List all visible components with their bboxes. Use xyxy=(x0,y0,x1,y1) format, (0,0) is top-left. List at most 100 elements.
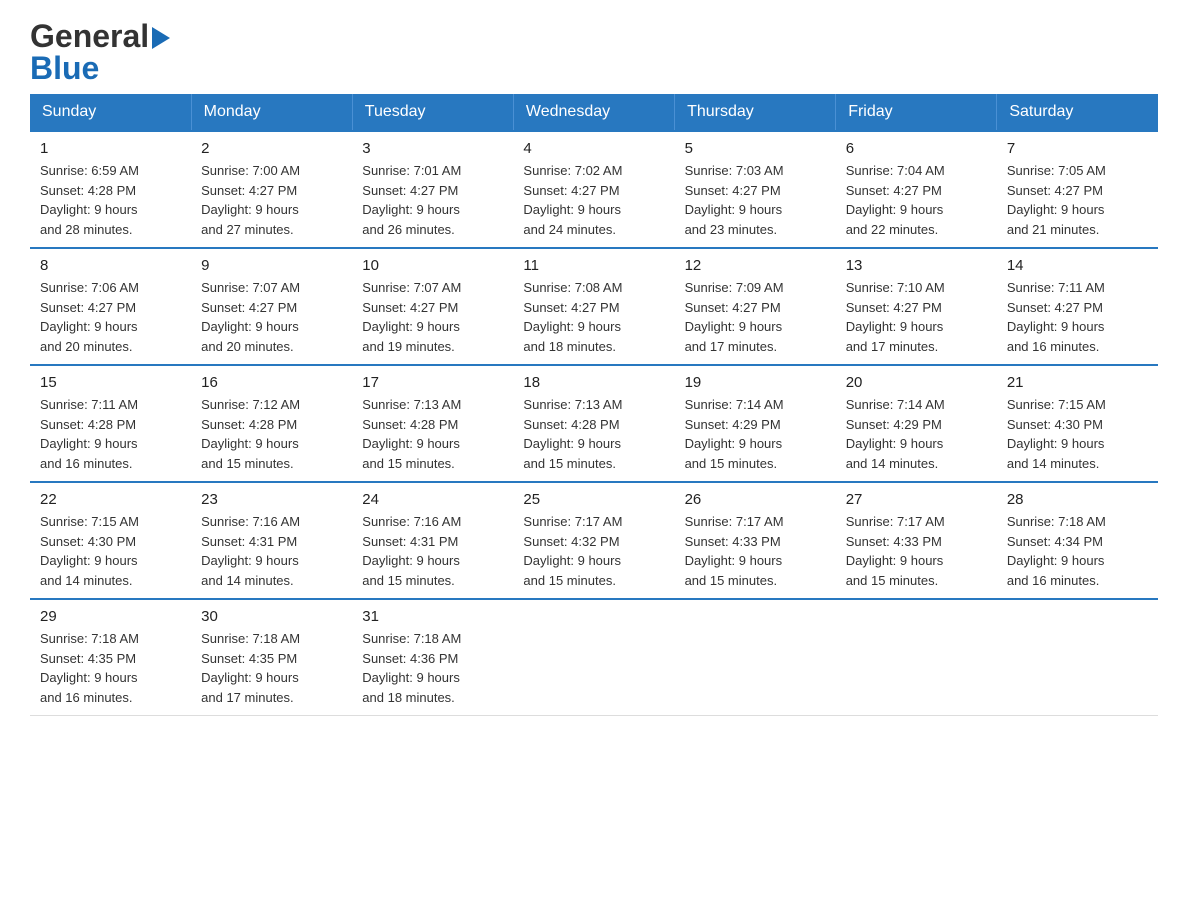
day-info: Sunrise: 7:18 AMSunset: 4:35 PMDaylight:… xyxy=(40,629,181,707)
day-info: Sunrise: 7:02 AMSunset: 4:27 PMDaylight:… xyxy=(523,161,664,239)
day-info: Sunrise: 7:16 AMSunset: 4:31 PMDaylight:… xyxy=(201,512,342,590)
day-header-tuesday: Tuesday xyxy=(352,94,513,131)
calendar-cell: 19Sunrise: 7:14 AMSunset: 4:29 PMDayligh… xyxy=(675,365,836,482)
logo-arrow-icon xyxy=(152,27,170,49)
calendar-cell: 6 Sunrise: 7:04 AMSunset: 4:27 PMDaylight… xyxy=(836,131,997,248)
day-number: 11 xyxy=(523,257,664,274)
day-number: 6 xyxy=(846,140,987,157)
day-info: Sunrise: 7:14 AMSunset: 4:29 PMDaylight:… xyxy=(846,395,987,473)
day-info: Sunrise: 7:01 AMSunset: 4:27 PMDaylight:… xyxy=(362,161,503,239)
day-info: Sunrise: 7:09 AMSunset: 4:27 PMDaylight:… xyxy=(685,278,826,356)
calendar-cell: 26 Sunrise: 7:17 AMSunset: 4:33 PMDayligh… xyxy=(675,482,836,599)
day-number: 17 xyxy=(362,374,503,391)
day-info: Sunrise: 7:18 AMSunset: 4:36 PMDaylight:… xyxy=(362,629,503,707)
calendar-cell: 1 Sunrise: 6:59 AMSunset: 4:28 PMDaylight… xyxy=(30,131,191,248)
calendar-cell xyxy=(997,599,1158,716)
day-number: 7 xyxy=(1007,140,1148,157)
day-info: Sunrise: 7:14 AMSunset: 4:29 PMDaylight:… xyxy=(685,395,826,473)
calendar-cell xyxy=(836,599,997,716)
day-number: 16 xyxy=(201,374,342,391)
day-header-sunday: Sunday xyxy=(30,94,191,131)
calendar-cell xyxy=(513,599,674,716)
calendar-week-3: 15 Sunrise: 7:11 AMSunset: 4:28 PMDayligh… xyxy=(30,365,1158,482)
day-number: 30 xyxy=(201,608,342,625)
day-number: 10 xyxy=(362,257,503,274)
calendar-cell: 28Sunrise: 7:18 AMSunset: 4:34 PMDayligh… xyxy=(997,482,1158,599)
calendar-cell: 3 Sunrise: 7:01 AMSunset: 4:27 PMDaylight… xyxy=(352,131,513,248)
calendar-cell: 10Sunrise: 7:07 AMSunset: 4:27 PMDayligh… xyxy=(352,248,513,365)
day-info: Sunrise: 7:13 AMSunset: 4:28 PMDaylight:… xyxy=(362,395,503,473)
day-number: 24 xyxy=(362,491,503,508)
calendar-cell: 9Sunrise: 7:07 AMSunset: 4:27 PMDaylight… xyxy=(191,248,352,365)
day-number: 13 xyxy=(846,257,987,274)
day-info: Sunrise: 7:11 AMSunset: 4:28 PMDaylight:… xyxy=(40,395,181,473)
day-number: 28 xyxy=(1007,491,1148,508)
day-number: 2 xyxy=(201,140,342,157)
day-header-thursday: Thursday xyxy=(675,94,836,131)
day-number: 29 xyxy=(40,608,181,625)
day-info: Sunrise: 7:17 AMSunset: 4:33 PMDaylight:… xyxy=(846,512,987,590)
day-info: Sunrise: 7:08 AMSunset: 4:27 PMDaylight:… xyxy=(523,278,664,356)
calendar-cell: 24Sunrise: 7:16 AMSunset: 4:31 PMDayligh… xyxy=(352,482,513,599)
day-info: Sunrise: 7:06 AMSunset: 4:27 PMDaylight:… xyxy=(40,278,181,356)
calendar-cell: 17 Sunrise: 7:13 AMSunset: 4:28 PMDayligh… xyxy=(352,365,513,482)
day-number: 1 xyxy=(40,140,181,157)
day-info: Sunrise: 7:07 AMSunset: 4:27 PMDaylight:… xyxy=(201,278,342,356)
day-number: 31 xyxy=(362,608,503,625)
day-number: 27 xyxy=(846,491,987,508)
day-info: Sunrise: 7:15 AMSunset: 4:30 PMDaylight:… xyxy=(40,512,181,590)
day-number: 4 xyxy=(523,140,664,157)
day-number: 3 xyxy=(362,140,503,157)
day-info: Sunrise: 7:18 AMSunset: 4:35 PMDaylight:… xyxy=(201,629,342,707)
calendar-cell: 31 Sunrise: 7:18 AMSunset: 4:36 PMDayligh… xyxy=(352,599,513,716)
calendar-cell: 4 Sunrise: 7:02 AMSunset: 4:27 PMDaylight… xyxy=(513,131,674,248)
calendar-cell: 27 Sunrise: 7:17 AMSunset: 4:33 PMDayligh… xyxy=(836,482,997,599)
calendar-cell: 20Sunrise: 7:14 AMSunset: 4:29 PMDayligh… xyxy=(836,365,997,482)
day-info: Sunrise: 6:59 AMSunset: 4:28 PMDaylight:… xyxy=(40,161,181,239)
day-header-saturday: Saturday xyxy=(997,94,1158,131)
calendar-cell: 7 Sunrise: 7:05 AMSunset: 4:27 PMDaylight… xyxy=(997,131,1158,248)
calendar-cell: 23 Sunrise: 7:16 AMSunset: 4:31 PMDayligh… xyxy=(191,482,352,599)
day-header-friday: Friday xyxy=(836,94,997,131)
day-info: Sunrise: 7:04 AMSunset: 4:27 PMDaylight:… xyxy=(846,161,987,239)
day-info: Sunrise: 7:00 AMSunset: 4:27 PMDaylight:… xyxy=(201,161,342,239)
calendar-cell: 15 Sunrise: 7:11 AMSunset: 4:28 PMDayligh… xyxy=(30,365,191,482)
calendar-cell: 8Sunrise: 7:06 AMSunset: 4:27 PMDaylight… xyxy=(30,248,191,365)
day-number: 14 xyxy=(1007,257,1148,274)
day-info: Sunrise: 7:15 AMSunset: 4:30 PMDaylight:… xyxy=(1007,395,1148,473)
day-number: 23 xyxy=(201,491,342,508)
calendar-week-5: 29 Sunrise: 7:18 AMSunset: 4:35 PMDayligh… xyxy=(30,599,1158,716)
page-header: General Blue xyxy=(30,20,1158,84)
logo: General Blue xyxy=(30,20,170,84)
calendar-cell: 12 Sunrise: 7:09 AMSunset: 4:27 PMDayligh… xyxy=(675,248,836,365)
calendar-week-2: 8Sunrise: 7:06 AMSunset: 4:27 PMDaylight… xyxy=(30,248,1158,365)
day-info: Sunrise: 7:03 AMSunset: 4:27 PMDaylight:… xyxy=(685,161,826,239)
day-number: 15 xyxy=(40,374,181,391)
day-info: Sunrise: 7:17 AMSunset: 4:33 PMDaylight:… xyxy=(685,512,826,590)
day-number: 26 xyxy=(685,491,826,508)
calendar-cell: 25Sunrise: 7:17 AMSunset: 4:32 PMDayligh… xyxy=(513,482,674,599)
calendar-cell: 13 Sunrise: 7:10 AMSunset: 4:27 PMDayligh… xyxy=(836,248,997,365)
calendar-table: SundayMondayTuesdayWednesdayThursdayFrid… xyxy=(30,94,1158,716)
calendar-cell: 21 Sunrise: 7:15 AMSunset: 4:30 PMDayligh… xyxy=(997,365,1158,482)
calendar-cell: 16Sunrise: 7:12 AMSunset: 4:28 PMDayligh… xyxy=(191,365,352,482)
calendar-cell xyxy=(675,599,836,716)
day-info: Sunrise: 7:05 AMSunset: 4:27 PMDaylight:… xyxy=(1007,161,1148,239)
calendar-cell: 2 Sunrise: 7:00 AMSunset: 4:27 PMDaylight… xyxy=(191,131,352,248)
day-info: Sunrise: 7:10 AMSunset: 4:27 PMDaylight:… xyxy=(846,278,987,356)
calendar-week-4: 22Sunrise: 7:15 AMSunset: 4:30 PMDayligh… xyxy=(30,482,1158,599)
day-info: Sunrise: 7:13 AMSunset: 4:28 PMDaylight:… xyxy=(523,395,664,473)
calendar-cell: 30 Sunrise: 7:18 AMSunset: 4:35 PMDayligh… xyxy=(191,599,352,716)
logo-blue-text: Blue xyxy=(30,52,99,84)
day-number: 21 xyxy=(1007,374,1148,391)
calendar-week-1: 1 Sunrise: 6:59 AMSunset: 4:28 PMDaylight… xyxy=(30,131,1158,248)
day-number: 5 xyxy=(685,140,826,157)
day-header-wednesday: Wednesday xyxy=(513,94,674,131)
day-info: Sunrise: 7:11 AMSunset: 4:27 PMDaylight:… xyxy=(1007,278,1148,356)
calendar-cell: 11 Sunrise: 7:08 AMSunset: 4:27 PMDayligh… xyxy=(513,248,674,365)
logo-general-text: General xyxy=(30,20,149,52)
calendar-cell: 29 Sunrise: 7:18 AMSunset: 4:35 PMDayligh… xyxy=(30,599,191,716)
calendar-cell: 5 Sunrise: 7:03 AMSunset: 4:27 PMDaylight… xyxy=(675,131,836,248)
day-number: 12 xyxy=(685,257,826,274)
calendar-header: SundayMondayTuesdayWednesdayThursdayFrid… xyxy=(30,94,1158,131)
